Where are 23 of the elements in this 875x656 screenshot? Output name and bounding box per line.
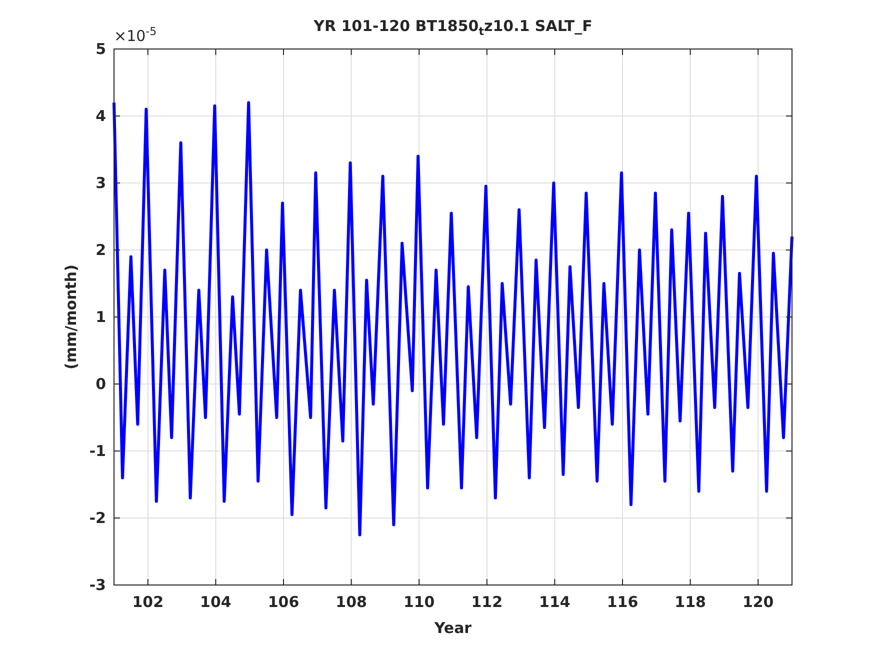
tick-label: 5 — [96, 40, 106, 58]
tick-label: 4 — [96, 107, 106, 125]
tick-label: -3 — [89, 576, 106, 594]
tick-label: 108 — [336, 593, 367, 611]
tick-label: 2 — [96, 241, 106, 259]
tick-label: 114 — [539, 593, 570, 611]
tick-label: 102 — [132, 593, 164, 611]
tick-label: 120 — [742, 593, 774, 611]
tick-label: 3 — [96, 174, 106, 192]
tick-label: 104 — [200, 593, 232, 611]
tick-label: -2 — [89, 509, 106, 527]
chart-title: YR 101-120 BT1850$_{t}$z10.1 SALT_F — [314, 17, 592, 38]
tick-label: 0 — [96, 375, 106, 393]
tick-label: 112 — [471, 593, 503, 611]
tick-label: 118 — [674, 593, 706, 611]
tick-label: 106 — [268, 593, 300, 611]
tick-label: 1 — [96, 308, 106, 326]
axis-label: Year — [434, 619, 472, 637]
tick-label: 116 — [606, 593, 638, 611]
axis-label: (mm/month) — [62, 264, 80, 370]
tick-label: 110 — [403, 593, 435, 611]
tick-label: -1 — [89, 442, 106, 460]
exponent-label: ×10$^{-5}$ — [114, 25, 157, 45]
